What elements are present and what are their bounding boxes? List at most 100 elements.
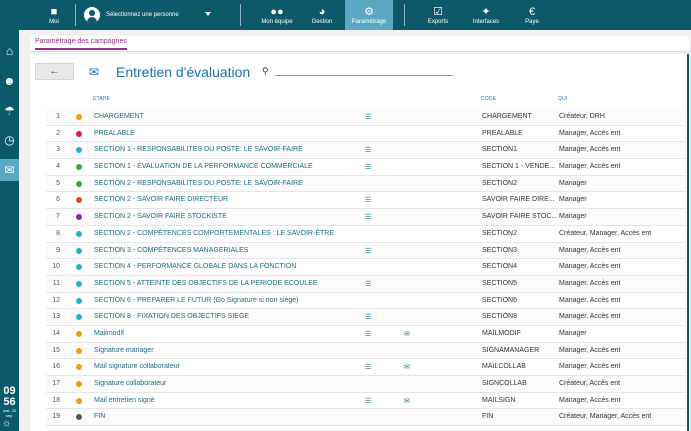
table-row[interactable]: 19 FIN FIN Créateur, Manager, Accès ent (46, 409, 686, 427)
step-qui: Manager, Accès ent (559, 296, 621, 304)
search-input[interactable] (275, 65, 453, 76)
row-number: 1 (56, 113, 60, 120)
nav-parametrage-label: Paramétrage (351, 18, 387, 25)
status-dot (76, 297, 82, 304)
main-content: Paramétrage des campagnes ← ✉ Entretien … (19, 30, 691, 431)
column-header-code[interactable]: CODE (481, 96, 496, 102)
person-selector[interactable]: Sélectionnez une personne (84, 0, 182, 30)
list-icon[interactable]: ☰ (365, 113, 371, 121)
step-label[interactable]: Mail entretien signé (94, 397, 155, 404)
step-label[interactable]: FIN (94, 413, 105, 420)
table-row[interactable]: 17 Signature collaborateur SIGNCOLLAB Créat… (46, 376, 686, 393)
steps-table: 1 CHARGEMENT ☰ CHARGEMENT Créateur, DRH 2 PREA… (46, 109, 686, 427)
step-label[interactable]: CHARGEMENT (94, 113, 144, 120)
list-icon[interactable]: ☰ (365, 313, 371, 321)
nav-mon-equipe[interactable]: ●● Mon équipe (254, 0, 300, 30)
status-dot (76, 397, 82, 404)
nav-mon-equipe-label: Mon équipe (261, 18, 293, 25)
step-code: SAVOIR FAIRE STOC... (482, 213, 558, 221)
step-qui: Manager, Accès ent (559, 146, 621, 154)
step-label[interactable]: SECTION 2 - SAVOIR FAIRE STOCKISTE (94, 213, 227, 220)
mail-icon[interactable]: ✉ (404, 397, 410, 405)
row-number: 11 (52, 279, 60, 287)
table-row[interactable]: 14 Mailmodif ☰ ✉ MAILMODIF Manager (46, 325, 686, 343)
list-icon[interactable]: ☰ (365, 363, 371, 371)
nav-interfaces[interactable]: ✦ Interfaces (464, 0, 508, 30)
list-icon[interactable]: ☰ (365, 247, 371, 255)
step-label[interactable]: Signature collaborateur (94, 380, 166, 387)
table-row[interactable]: 9 SECTION 3 - COMPÉTENCES MANAGERIALES ☰ SE… (46, 242, 686, 260)
step-label[interactable]: SECTION 2 - COMPÉTENCES COMPORTEMENTALES… (94, 230, 334, 237)
status-dot (76, 214, 82, 221)
table-row[interactable]: 12 SECTION 6 - PREPARER LE FUTUR (Go Sign… (46, 292, 686, 310)
table-row[interactable]: 10 SECTION 4 - PERFORMANCE GLOBALE DANS L… (46, 259, 686, 276)
chevron-down-icon[interactable] (205, 12, 211, 16)
step-label[interactable]: SECTION 2 - RESPONSABILITES DU POSTE: LE… (94, 180, 303, 187)
mail-icon[interactable]: ✉ (404, 330, 410, 338)
list-icon[interactable]: ☰ (365, 196, 371, 204)
table-row[interactable]: 3 SECTION 1 - RESPONSABILITES DU POSTE: L… (46, 142, 686, 160)
step-code: SECTION1 (482, 146, 518, 154)
nav-parametrage[interactable]: ⚙ Paramétrage (345, 0, 393, 30)
table-row[interactable]: 2 PREALABLE PREALABLE Manager, Accès ent (46, 125, 686, 143)
list-icon[interactable]: ☰ (365, 163, 371, 171)
step-qui: Créateur, DRH (559, 113, 605, 120)
nav-interfaces-label: Interfaces (472, 18, 500, 25)
step-qui: Manager, Accès ent (559, 363, 621, 371)
step-label[interactable]: Signature manager (94, 347, 154, 354)
step-label[interactable]: Mailmodif (94, 330, 124, 337)
mail-icon[interactable]: ✉ (404, 363, 410, 371)
step-code: SECTION 1 - VENDE... (482, 163, 556, 171)
user-icon[interactable]: ☻ (0, 70, 19, 92)
step-label[interactable]: SECTION 3 - COMPÉTENCES MANAGERIALES (94, 247, 248, 254)
home-icon[interactable]: ⌂ (0, 40, 19, 62)
status-dot (76, 330, 82, 337)
list-icon[interactable]: ☰ (365, 397, 371, 405)
table-row[interactable]: 15 Signature manager SIGNAMANAGER Manager, … (46, 342, 686, 360)
step-label[interactable]: SECTION 4 - PERFORMANCE GLOBALE DANS LA … (94, 263, 296, 270)
pie-chart-icon: ◕ (318, 5, 326, 18)
table-row[interactable]: 7 SECTION 2 - SAVOIR FAIRE STOCKISTE ☰ SAVO… (46, 209, 686, 226)
list-icon[interactable]: ☰ (365, 280, 371, 288)
list-icon[interactable]: ☰ (365, 330, 371, 338)
step-label[interactable]: SECTION 8 - FIXATION DES OBJECTIFS SIEGE (94, 313, 249, 320)
step-label[interactable]: Mail signature collaborateur (94, 363, 180, 370)
clock-icon[interactable]: ◷ (0, 129, 19, 151)
clock-date: mar. 20 sep. (2, 408, 17, 418)
row-number: 12 (52, 296, 60, 304)
table-row[interactable]: 8 SECTION 2 - COMPÉTENCES COMPORTEMENTALE… (46, 225, 686, 243)
nav-moi[interactable]: ■ Moi (40, 0, 68, 30)
table-row[interactable]: 1 CHARGEMENT ☰ CHARGEMENT Créateur, DRH (46, 109, 686, 126)
chat-icon[interactable]: ✉ (0, 159, 19, 181)
table-row[interactable]: 4 SECTION 1 - ÉVALUATION DE LA PERFORMANC… (46, 159, 686, 176)
umbrella-icon[interactable]: ☂ (0, 100, 19, 122)
person-selector-label: Sélectionnez une personne (106, 12, 179, 18)
table-row[interactable]: 5 SECTION 2 - RESPONSABILITES DU POSTE: L… (46, 175, 686, 193)
step-qui: Manager, Accès ent (559, 313, 621, 321)
table-row[interactable]: 16 Mail signature collaborateur ☰ ✉ MAILCOLL… (46, 359, 686, 376)
status-dot (76, 197, 82, 204)
status-dot (76, 280, 82, 287)
table-row[interactable]: 11 SECTION 5 - ATTEINTE DES OBJECTIFS DE … (46, 275, 686, 293)
column-header-qui[interactable]: QUI (558, 96, 568, 102)
column-header-etape[interactable]: ETAPE (93, 96, 110, 102)
step-label[interactable]: SECTION 6 - PREPARER LE FUTUR (Go Signat… (94, 297, 299, 304)
nav-gestion[interactable]: ◕ Gestion (303, 0, 341, 30)
step-label[interactable]: SECTION 5 - ATTEINTE DES OBJECTIFS DE LA… (94, 280, 318, 287)
step-label[interactable]: PREALABLE (94, 130, 135, 137)
step-label[interactable]: SECTION 1 - RESPONSABILITES DU POSTE: LE… (94, 146, 303, 153)
nav-exports[interactable]: ☑ Exports (420, 0, 456, 30)
status-dot (76, 414, 82, 421)
nav-paye[interactable]: € Paye (517, 0, 547, 30)
nav-moi-label: Moi (49, 18, 59, 25)
list-icon[interactable]: ☰ (365, 146, 371, 154)
table-row[interactable]: 6 SECTION 2 - SAVOIR FAIRE DIRECTEUR ☰ SAVO… (46, 192, 686, 210)
step-code: SECTION2 (482, 179, 518, 187)
step-label[interactable]: SECTION 2 - SAVOIR FAIRE DIRECTEUR (94, 196, 228, 203)
step-label[interactable]: SECTION 1 - ÉVALUATION DE LA PERFORMANCE… (94, 163, 313, 170)
back-button[interactable]: ← (35, 63, 74, 80)
table-row[interactable]: 13 SECTION 8 - FIXATION DES OBJECTIFS SIE… (46, 309, 686, 326)
table-row[interactable]: 18 Mail entretien signé ☰ ✉ MAILSIGN Manager,… (46, 392, 686, 410)
tab-parametrage-campagnes[interactable]: Paramétrage des campagnes (35, 38, 127, 50)
list-icon[interactable]: ☰ (365, 213, 371, 221)
